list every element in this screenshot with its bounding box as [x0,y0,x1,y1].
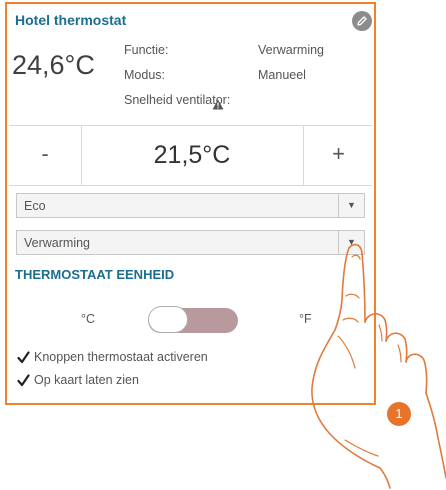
unit-section-title: THERMOSTAAT EENHEID [15,267,175,282]
pencil-icon [357,16,367,26]
decrease-button[interactable]: - [9,126,82,185]
celsius-label: °C [81,312,96,326]
warning-icon [212,99,224,110]
unit-toggle[interactable] [148,306,238,333]
function-select-value: Verwarming [24,236,90,250]
fahrenheit-label: °F [299,312,312,326]
setpoint-value: 21,5°C [153,141,231,169]
mode-select[interactable]: Eco ▼ [16,193,365,218]
function-value: Verwarming [258,43,324,57]
thermostat-widget: Hotel thermostat 24,6°C Functie: Verwarm… [5,2,376,405]
widget-title: Hotel thermostat [15,12,127,28]
dropdown-arrow-icon[interactable]: ▼ [338,194,364,217]
current-temperature: 24,6°C [12,50,95,80]
mode-value: Manueel [258,68,306,82]
checkmark-icon [17,351,30,364]
function-select[interactable]: Verwarming ▼ [16,230,365,255]
function-label: Functie: [124,43,169,57]
setpoint-control: - 21,5°C + [9,125,372,186]
show-on-map-label: Op kaart laten zien [34,373,139,387]
dropdown-arrow-icon[interactable]: ▼ [338,231,364,254]
mode-select-value: Eco [24,199,46,213]
increase-button[interactable]: + [303,126,373,185]
screen: Hotel thermostat 24,6°C Functie: Verwarm… [0,0,446,490]
edit-button[interactable] [352,11,372,31]
activate-buttons-label: Knoppen thermostaat activeren [34,350,208,364]
toggle-knob[interactable] [148,306,188,333]
show-on-map-checkbox[interactable] [17,374,30,387]
checkmark-icon [17,374,30,387]
activate-buttons-checkbox[interactable] [17,351,30,364]
callout-number-badge: 1 [387,402,411,426]
mode-label: Modus: [124,68,165,82]
